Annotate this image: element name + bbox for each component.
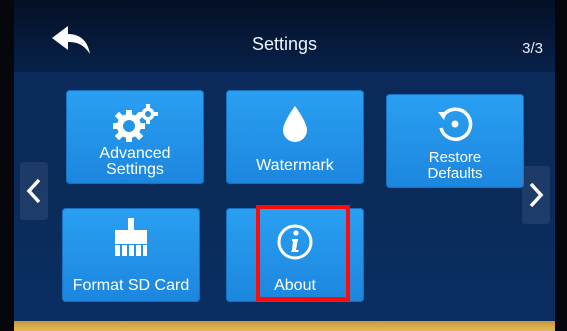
info-icon [277, 224, 313, 260]
tile-label: Advanced Settings [66, 146, 204, 178]
restore-icon [438, 107, 473, 141]
screen: Settings 3/3 Advanced Settings Watermark… [14, 0, 555, 331]
brush-icon [115, 218, 147, 256]
tile-label: About [274, 277, 316, 294]
tile-label: Watermark [256, 157, 334, 174]
left-bezel [0, 0, 14, 331]
tile-label: Restore Defaults [386, 150, 524, 182]
tile-label-line: Settings [106, 161, 164, 178]
next-page-button[interactable] [522, 166, 550, 224]
bottom-strip [14, 321, 555, 331]
tile-label: Format SD Card [72, 277, 190, 294]
water-drop-icon [283, 106, 307, 142]
tile-label-line: Advanced [99, 145, 171, 162]
chevron-right-icon [529, 182, 544, 208]
chevron-left-icon [26, 178, 41, 204]
right-bezel [555, 0, 567, 331]
restore-defaults-button[interactable]: Restore Defaults [386, 94, 524, 188]
page-indicator: 3/3 [522, 40, 543, 57]
about-button[interactable]: About [226, 208, 364, 302]
prev-page-button[interactable] [20, 162, 48, 220]
advanced-settings-button[interactable]: Advanced Settings [66, 90, 204, 184]
format-sd-card-button[interactable]: Format SD Card [62, 208, 200, 302]
page-title: Settings [251, 34, 318, 54]
tile-label-line: Defaults [427, 165, 483, 182]
tile-label-line: Restore [428, 149, 482, 166]
watermark-button[interactable]: Watermark [226, 90, 364, 184]
gears-icon [113, 104, 158, 142]
header-bar: Settings 3/3 [14, 0, 555, 72]
